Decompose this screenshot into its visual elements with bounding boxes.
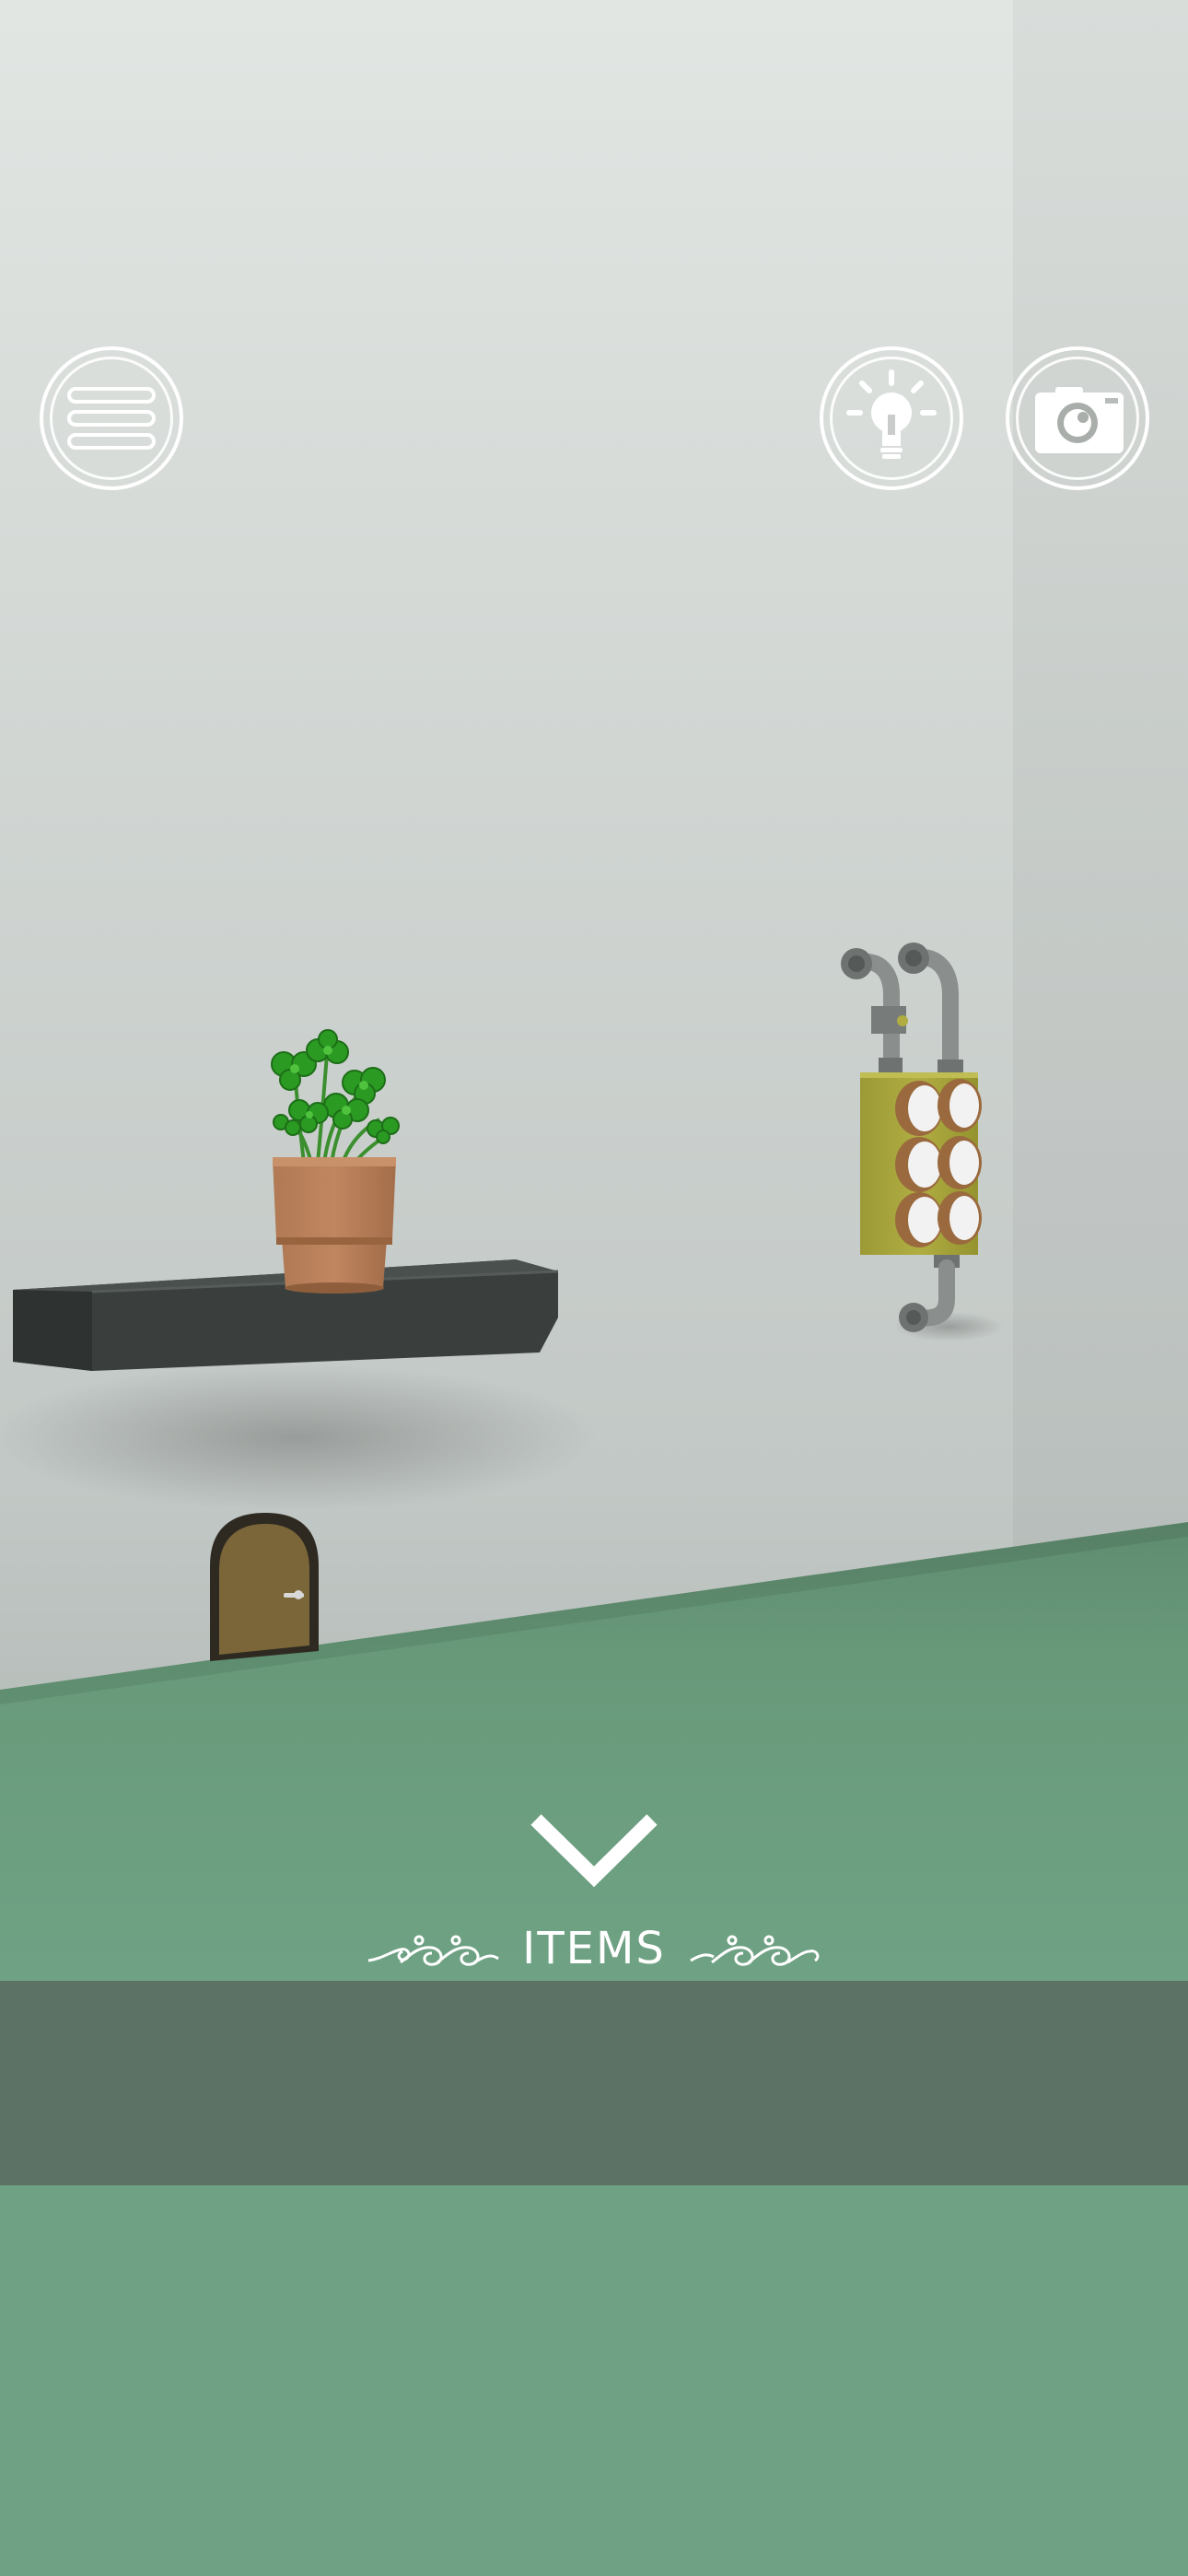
game-screen: ITEMS — [0, 0, 1188, 2576]
lightbulb-icon — [846, 369, 937, 459]
flourish-left-icon — [367, 1935, 500, 1966]
flourish-right-icon — [690, 1935, 820, 1966]
floor-lower-area — [0, 2185, 1188, 2576]
items-inventory-bar[interactable] — [0, 1981, 1188, 2185]
chevron-down-icon[interactable] — [525, 1801, 663, 1893]
menu-button[interactable] — [40, 346, 183, 490]
items-header: ITEMS — [0, 1916, 1188, 1981]
camera-icon — [1035, 387, 1124, 453]
camera-button[interactable] — [1006, 346, 1149, 490]
hint-button[interactable] — [820, 346, 963, 490]
hamburger-menu-icon — [67, 387, 156, 450]
small-arched-door[interactable] — [210, 1513, 319, 1661]
items-title: ITEMS — [522, 1923, 666, 1974]
room-scene — [0, 0, 1188, 1981]
